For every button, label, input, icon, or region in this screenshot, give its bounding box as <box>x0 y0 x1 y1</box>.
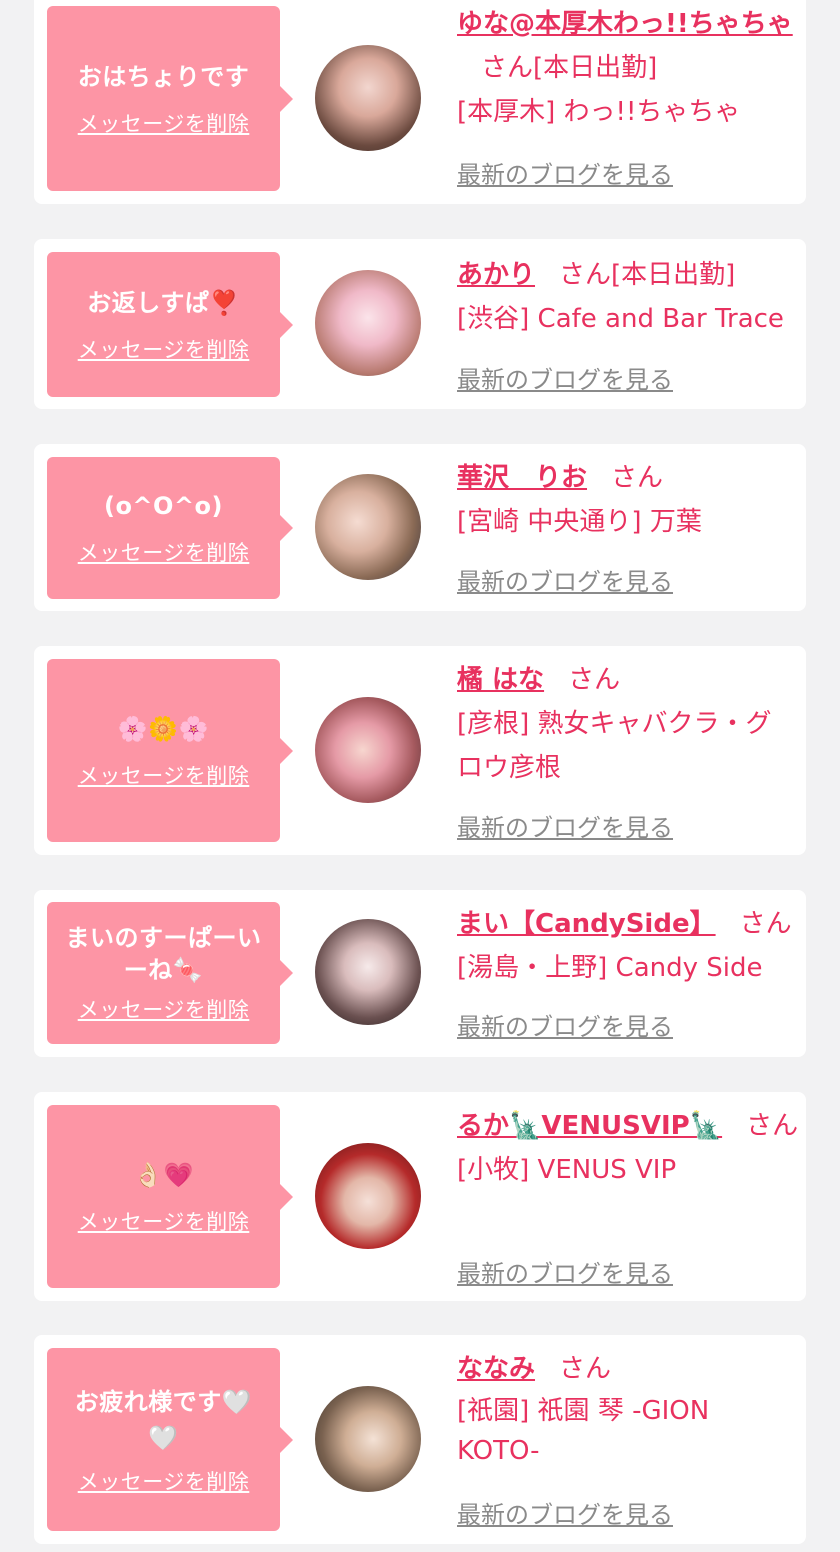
cast-info: まい【CandySide】 さん [湯島・上野] Candy Side <box>457 902 802 990</box>
name-line: ななみ さん <box>457 1347 757 1391</box>
blog-link[interactable]: 最新のブログを見る <box>457 562 673 597</box>
avatar[interactable] <box>315 45 421 151</box>
blog-link[interactable]: 最新のブログを見る <box>457 808 673 843</box>
name-line: 橘 はな さん <box>457 658 797 702</box>
san-suffix: さん <box>739 909 792 939</box>
delete-message-link[interactable]: メッセージを削除 <box>78 537 250 567</box>
avatar[interactable] <box>315 1386 421 1492</box>
status-text: [本日出勤] <box>533 53 658 83</box>
shop-text: [本厚木] わっ!!ちゃちゃ <box>457 97 741 127</box>
message-card: お返しすぱ❣️ メッセージを削除 あかり さん[本日出勤] [渋谷] Cafe a… <box>34 239 806 409</box>
message-text: おはちょりです <box>77 62 250 91</box>
name-line: まい【CandySide】 さん <box>457 902 802 946</box>
cast-name-link[interactable]: 華沢 りお <box>457 463 587 493</box>
avatar[interactable] <box>315 474 421 580</box>
cast-info: 橘 はな さん [彦根] 熟女キャバクラ・グロウ彦根 <box>457 658 797 790</box>
san-suffix: さん <box>481 53 534 83</box>
avatar[interactable] <box>315 919 421 1025</box>
message-bubble: (o^O^o) メッセージを削除 <box>47 457 293 599</box>
message-text: (o^O^o) <box>103 492 224 520</box>
message-text: お疲れ様です🤍🤍 <box>74 1387 253 1452</box>
cast-name-link[interactable]: まい【CandySide】 <box>457 909 716 939</box>
cast-name-link[interactable]: るか🗽VENUSVIP🗽 <box>457 1111 722 1141</box>
avatar[interactable] <box>315 1143 421 1249</box>
shop-text: [彦根] 熟女キャバクラ・グロウ彦根 <box>457 709 772 783</box>
shop-text: [湯島・上野] Candy Side <box>457 953 763 983</box>
blog-link[interactable]: 最新のブログを見る <box>457 155 673 190</box>
message-card: 🌸🌼🌸 メッセージを削除 橘 はな さん [彦根] 熟女キャバクラ・グロウ彦根 最… <box>34 646 806 855</box>
delete-message-link[interactable]: メッセージを削除 <box>78 760 250 790</box>
blog-link[interactable]: 最新のブログを見る <box>457 1007 673 1042</box>
san-suffix: さん <box>568 665 621 695</box>
cast-name-link[interactable]: ゆな@本厚木わっ!!ちゃちゃ <box>457 9 793 39</box>
blog-link[interactable]: 最新のブログを見る <box>457 1495 673 1530</box>
shop-text: [祇園] 祇園 琴 -GION KOTO- <box>457 1396 710 1466</box>
name-line: 華沢 りお さん <box>457 456 797 500</box>
shop-text: [渋谷] Cafe and Bar Trace <box>457 304 784 334</box>
cast-info: あかり さん[本日出勤] [渋谷] Cafe and Bar Trace <box>457 253 797 341</box>
delete-message-link[interactable]: メッセージを削除 <box>78 1206 250 1236</box>
shop-text: [宮崎 中央通り] 万葉 <box>457 507 702 537</box>
name-line: ゆな@本厚木わっ!!ちゃちゃさん[本日出勤] <box>457 2 797 90</box>
san-suffix: さん <box>559 1354 612 1384</box>
delete-message-link[interactable]: メッセージを削除 <box>78 108 250 138</box>
message-text: お返しすぱ❣️ <box>87 288 240 317</box>
blog-link[interactable]: 最新のブログを見る <box>457 360 673 395</box>
status-text: [本日出勤] <box>611 260 736 290</box>
blog-link[interactable]: 最新のブログを見る <box>457 1254 673 1289</box>
message-bubble: 👌🏻💗 メッセージを削除 <box>47 1105 293 1288</box>
san-suffix: さん <box>559 260 612 290</box>
delete-message-link[interactable]: メッセージを削除 <box>78 1466 250 1496</box>
cast-info: ゆな@本厚木わっ!!ちゃちゃさん[本日出勤] [本厚木] わっ!!ちゃちゃ <box>457 2 797 134</box>
cast-info: 華沢 りお さん [宮崎 中央通り] 万葉 <box>457 456 797 544</box>
san-suffix: さん <box>746 1111 799 1141</box>
message-text: 🌸🌼🌸 <box>117 714 210 743</box>
cast-name-link[interactable]: 橘 はな <box>457 665 544 695</box>
cast-info: るか🗽VENUSVIP🗽 さん [小牧] VENUS VIP <box>457 1104 802 1192</box>
message-text: まいのすーぱーいーね🍬 <box>65 924 262 984</box>
message-card: お疲れ様です🤍🤍 メッセージを削除 ななみ さん [祇園] 祇園 琴 -GION … <box>34 1335 806 1544</box>
cast-name-link[interactable]: あかり <box>457 260 535 290</box>
name-line: あかり さん[本日出勤] <box>457 253 797 297</box>
message-bubble: まいのすーぱーいーね🍬 メッセージを削除 <box>47 902 293 1044</box>
message-card: まいのすーぱーいーね🍬 メッセージを削除 まい【CandySide】 さん [湯島… <box>34 890 806 1057</box>
shop-text: [小牧] VENUS VIP <box>457 1155 677 1185</box>
name-line: るか🗽VENUSVIP🗽 さん <box>457 1104 802 1148</box>
message-text: 👌🏻💗 <box>133 1160 194 1189</box>
delete-message-link[interactable]: メッセージを削除 <box>78 994 250 1024</box>
message-card: (o^O^o) メッセージを削除 華沢 りお さん [宮崎 中央通り] 万葉 最新… <box>34 444 806 611</box>
cast-name-link[interactable]: ななみ <box>457 1354 535 1384</box>
avatar[interactable] <box>315 697 421 803</box>
delete-message-link[interactable]: メッセージを削除 <box>78 334 250 364</box>
message-card: 👌🏻💗 メッセージを削除 るか🗽VENUSVIP🗽 さん [小牧] VENUS V… <box>34 1092 806 1301</box>
message-bubble: お疲れ様です🤍🤍 メッセージを削除 <box>47 1348 293 1531</box>
san-suffix: さん <box>611 463 664 493</box>
message-bubble: お返しすぱ❣️ メッセージを削除 <box>47 252 293 397</box>
message-bubble: おはちょりです メッセージを削除 <box>47 6 293 191</box>
message-card: おはちょりです メッセージを削除 ゆな@本厚木わっ!!ちゃちゃさん[本日出勤] … <box>34 0 806 204</box>
message-bubble: 🌸🌼🌸 メッセージを削除 <box>47 659 293 842</box>
avatar[interactable] <box>315 270 421 376</box>
cast-info: ななみ さん [祇園] 祇園 琴 -GION KOTO- <box>457 1347 757 1471</box>
